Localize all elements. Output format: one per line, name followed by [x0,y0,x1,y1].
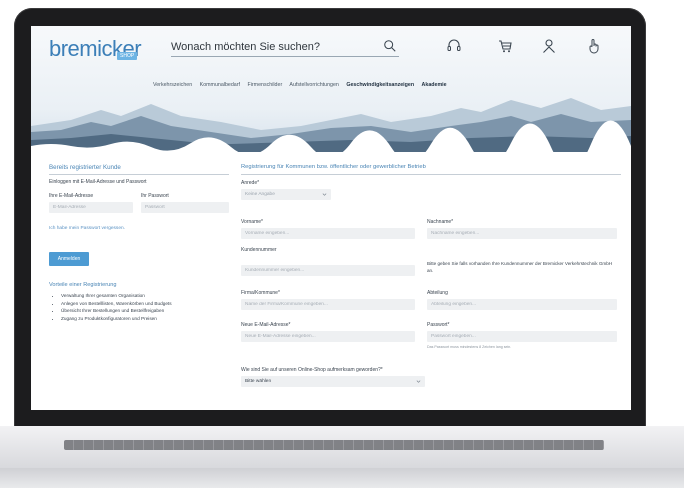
firstname-input[interactable] [241,228,415,239]
list-item: Zugang zu Produktkonfiguratoren und Prei… [61,315,172,323]
login-password-label: Ihr Passwort [141,193,169,199]
benefits-list: Verwaltung Ihrer gesamten Organisation A… [53,292,172,322]
register-divider [241,174,621,175]
department-input[interactable] [427,299,617,310]
logo-shop-badge: SHOP [117,52,138,60]
login-button[interactable]: Anmelden [49,252,89,266]
source-label: Wie sind Sie auf unseren Online-Shop auf… [241,367,383,373]
mountain-banner [31,98,631,152]
list-item: Anlegen von Bestelllisten, Warenkörben u… [61,300,172,308]
login-email-input[interactable] [49,202,133,213]
company-input[interactable] [241,299,415,310]
company-label: Firma/Kommune* [241,290,280,296]
customer-number-label: Kundennummer [241,247,277,253]
new-email-label: Neue E-Mail-Adresse* [241,322,291,328]
password-input[interactable] [427,331,617,342]
list-item: Übersicht Ihrer Bestellungen und Bestell… [61,307,172,315]
user-icon[interactable] [541,38,557,54]
forgot-password-link[interactable]: Ich habe mein Passwort vergessen. [49,226,125,231]
source-select[interactable]: Bitte wählen [241,376,425,387]
salutation-value: Keine Angabe [245,192,275,197]
hand-pointer-icon[interactable] [586,38,602,54]
salutation-select[interactable]: Keine Angabe [241,189,331,200]
login-title: Bereits registrierter Kunde [49,164,121,171]
login-divider [49,174,229,175]
content-area: Bereits registrierter Kunde Einloggen mi… [31,144,631,410]
customer-number-hint: Bitte geben Sie falls vorhanden Ihre Kun… [427,261,613,273]
login-intro: Einloggen mit E-Mail-Adresse und Passwor… [49,179,147,185]
headset-icon[interactable] [446,38,462,54]
customer-number-input[interactable] [241,265,415,276]
password-label: Passwort* [427,322,450,328]
source-value: Bitte wählen [245,379,272,384]
list-item: Verwaltung Ihrer gesamten Organisation [61,292,172,300]
search-icon[interactable] [383,39,397,53]
laptop-hinge [64,440,604,450]
department-label: Abteilung [427,290,448,296]
login-email-label: Ihre E-Mail-Adresse [49,193,94,199]
login-password-input[interactable] [141,202,229,213]
laptop-base-foot [0,468,684,488]
search-input[interactable] [171,38,371,55]
salutation-label: Anrede* [241,180,260,186]
site-header: bremicker SHOP Verkehrszeichen [31,26,631,152]
firstname-label: Vorname* [241,219,263,225]
cart-icon[interactable] [497,38,513,54]
new-email-input[interactable] [241,331,415,342]
benefits-title: Vorteile einer Registrierung [49,282,117,288]
lastname-input[interactable] [427,228,617,239]
chevron-down-icon [416,380,421,383]
password-hint: Das Passwort muss mindestens 8 Zeichen l… [427,345,512,349]
chevron-down-icon [322,193,327,196]
laptop-screen: bremicker SHOP Verkehrszeichen [31,26,631,410]
lastname-label: Nachname* [427,219,454,225]
register-title: Registrierung für Kommunen bzw. öffentli… [241,164,426,170]
search-bar [171,38,399,57]
